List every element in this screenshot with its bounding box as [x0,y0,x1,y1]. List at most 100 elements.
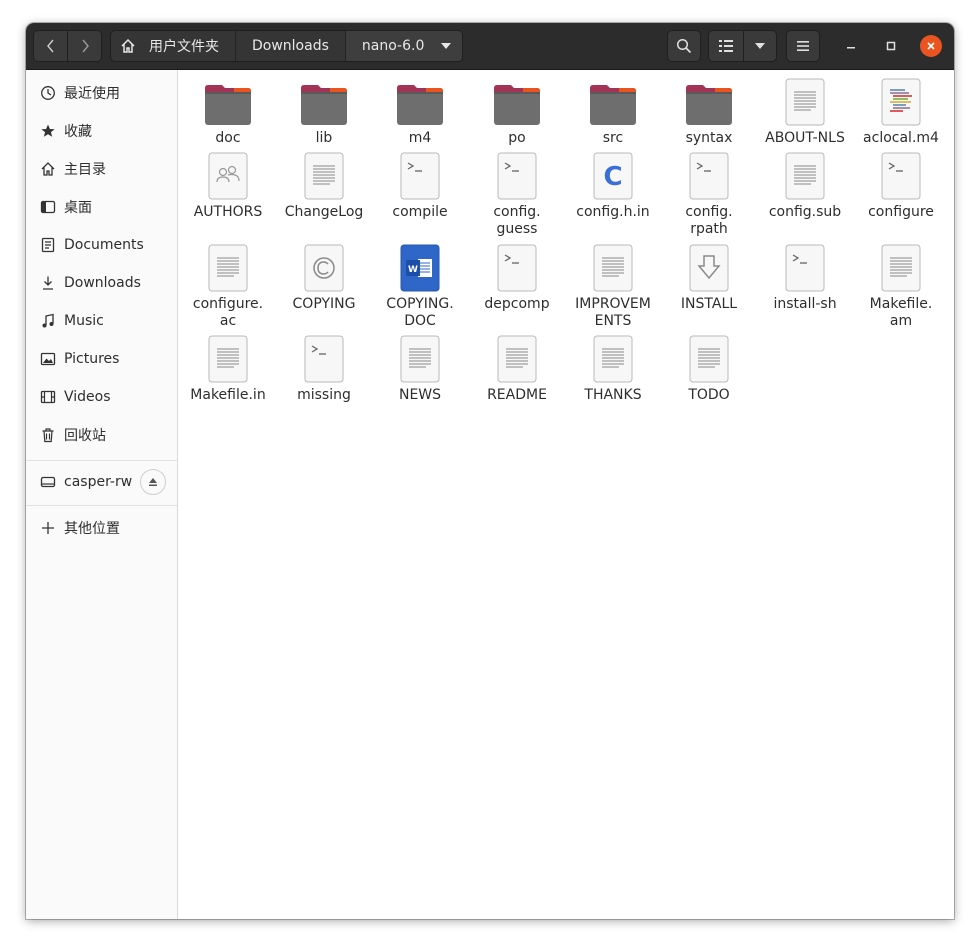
sidebar-item-recent[interactable]: 最近使用 [26,75,177,111]
file-name: COPYING [292,296,356,312]
file-item[interactable]: compile [372,150,468,221]
sidebar-item-label: 其他位置 [64,521,120,537]
file-item[interactable]: missing [276,333,372,404]
view-options-button[interactable] [743,30,777,62]
folder-icon [684,76,734,126]
sidebar-item-videos[interactable]: Videos [26,379,177,415]
file-item[interactable]: TODO [661,333,757,404]
file-item[interactable]: syntax [661,76,757,147]
sidebar-item-other-locations[interactable]: 其他位置 [26,510,177,546]
minimize-icon [847,47,855,49]
file-name: NEWS [398,387,442,403]
star-icon [38,123,58,139]
file-item[interactable]: INSTALL [661,242,757,313]
text-file-icon [492,333,542,383]
drive-icon [38,474,58,490]
file-item[interactable]: po [469,76,565,147]
breadcrumb-downloads[interactable]: Downloads [236,31,346,61]
sidebar-item-downloads[interactable]: Downloads [26,265,177,301]
sidebar-item-trash[interactable]: 回收站 [26,417,177,453]
close-button[interactable] [920,35,942,57]
sidebar-separator [26,460,177,461]
list-view-icon [719,40,733,52]
back-button[interactable] [34,31,68,61]
text-file-icon [780,76,830,126]
file-manager-window: 用户文件夹 Downloads nano-6.0 最近使用 收藏 主目录 桌面 … [26,23,954,919]
file-name: IMPROVEM ENTS [575,296,651,329]
folder-icon [395,76,445,126]
file-item[interactable]: config. guess [469,150,565,238]
file-item[interactable]: configure [853,150,949,221]
file-name: configure. ac [192,296,264,329]
text-file-icon [588,333,638,383]
sidebar-item-home[interactable]: 主目录 [26,151,177,187]
folder-icon [588,76,638,126]
breadcrumb-home[interactable]: 用户文件夹 [111,31,236,61]
c-header-file-icon: C [588,150,638,200]
file-name: missing [297,387,351,403]
forward-button[interactable] [68,31,101,61]
file-item[interactable]: ABOUT-NLS [757,76,853,147]
file-item[interactable]: lib [276,76,372,147]
file-item[interactable]: ChangeLog [276,150,372,221]
menu-button[interactable] [786,30,820,62]
script-file-icon [684,150,734,200]
file-name: AUTHORS [193,204,263,220]
sidebar-item-device[interactable]: casper-rw [26,464,177,500]
sidebar-item-pictures[interactable]: Pictures [26,341,177,377]
file-item[interactable]: config. rpath [661,150,757,238]
sidebar-item-documents[interactable]: Documents [26,227,177,263]
file-name: COPYING. DOC [386,296,454,329]
home-icon [38,161,58,177]
file-item[interactable]: aclocal.m4 [853,76,949,147]
view-toggle-button[interactable] [708,30,744,62]
file-grid: doc lib m4 po src syntax ABOUT-NLS aclocal.m4 AU… [178,70,954,919]
script-file-icon [492,242,542,292]
music-icon [38,313,58,329]
file-item[interactable]: configure. ac [180,242,276,330]
sidebar: 最近使用 收藏 主目录 桌面 Documents Downloads Music [26,70,178,919]
eject-icon [149,478,158,486]
sidebar-item-starred[interactable]: 收藏 [26,113,177,149]
minimize-button[interactable] [840,35,862,57]
file-name: config. rpath [685,204,733,237]
authors-file-icon [203,150,253,200]
path-bar: 用户文件夹 Downloads nano-6.0 [110,30,464,62]
eject-button[interactable] [140,469,167,495]
file-item[interactable]: THANKS [565,333,661,404]
sidebar-item-desktop[interactable]: 桌面 [26,189,177,225]
file-item[interactable]: Makefile.in [180,333,276,404]
file-item[interactable]: doc [180,76,276,147]
breadcrumb-current[interactable]: nano-6.0 [345,31,463,61]
file-item[interactable]: README [469,333,565,404]
file-item[interactable]: Makefile. am [853,242,949,330]
file-item[interactable]: depcomp [469,242,565,313]
text-file-icon [395,333,445,383]
file-name: config. guess [493,204,541,237]
file-name: po [508,130,526,146]
copyright-file-icon [299,242,349,292]
file-item[interactable]: m4 [372,76,468,147]
maximize-button[interactable] [880,35,902,57]
file-name: depcomp [484,296,550,312]
close-icon [927,42,935,50]
file-item[interactable]: src [565,76,661,147]
text-file-icon [684,333,734,383]
chevron-right-icon [81,39,89,53]
file-name: install-sh [773,296,837,312]
file-item[interactable]: AUTHORS [180,150,276,221]
file-item[interactable]: config.sub [757,150,853,221]
sidebar-item-label: 最近使用 [64,86,120,102]
chevron-down-icon [441,43,452,49]
sidebar-item-music[interactable]: Music [26,303,177,339]
file-item[interactable]: IMPROVEM ENTS [565,242,661,330]
maximize-icon [886,41,896,51]
file-item[interactable]: install-sh [757,242,853,313]
file-item[interactable]: NEWS [372,333,468,404]
file-item[interactable]: W COPYING. DOC [372,242,468,330]
text-file-icon [203,242,253,292]
file-item[interactable]: Cconfig.h.in [565,150,661,221]
sidebar-separator [26,505,177,506]
file-item[interactable]: COPYING [276,242,372,313]
search-button[interactable] [667,30,701,62]
